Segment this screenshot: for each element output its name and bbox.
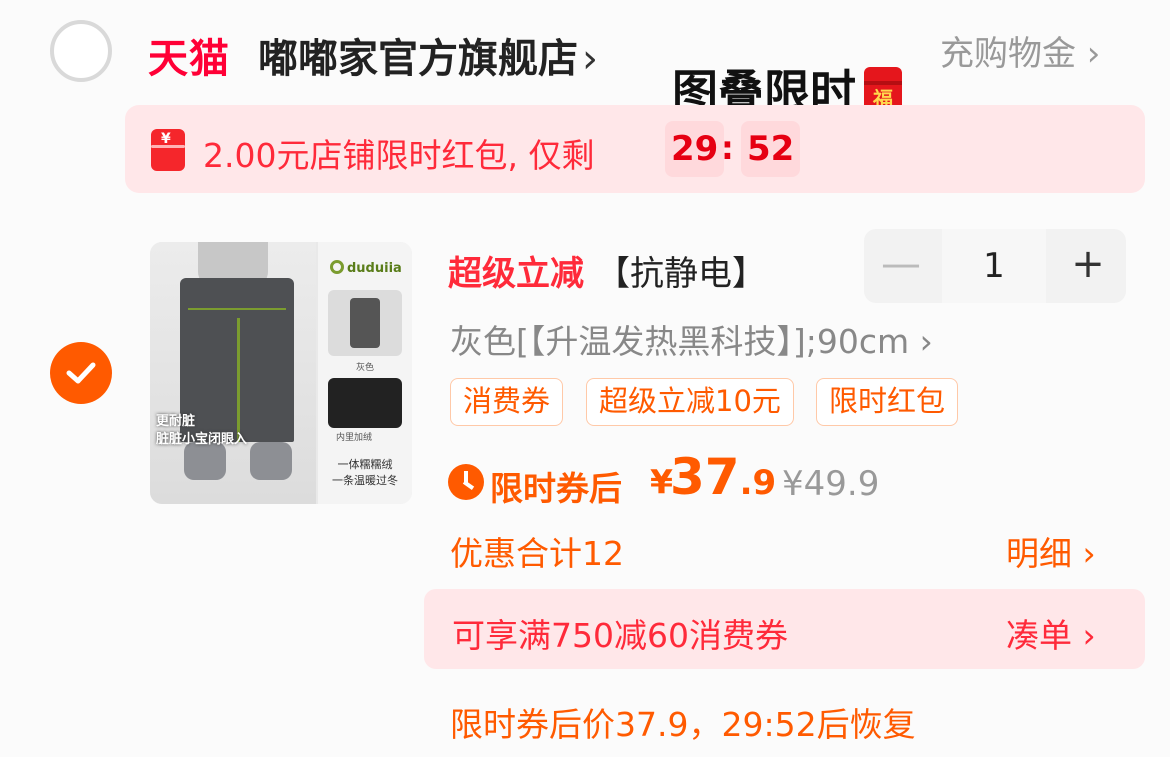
product-thumbnail[interactable]: 更耐脏 脏脏小宝闭眼入 duduiia 灰色 内里加绒 一体糯糯绒 一条温暖过冬	[150, 242, 412, 504]
promo-tag: 消费券	[450, 378, 564, 426]
pants-shape	[180, 278, 294, 442]
price-label: 限时券后	[490, 469, 622, 508]
title-highlight: 超级立减	[448, 254, 584, 294]
tmall-logo: 天猫	[148, 36, 230, 82]
promo-tag: 超级立减10元	[586, 378, 794, 426]
price-decimal: .9	[739, 463, 777, 503]
brand-logo-icon	[330, 260, 344, 274]
coupon-bar[interactable]: 可享满750减60消费券 凑单 ›	[424, 589, 1145, 669]
store-select-checkbox[interactable]	[50, 20, 112, 82]
countdown-minutes: 29	[665, 121, 725, 177]
sku-selector[interactable]: 灰色[【升温发热黑科技】];90cm ›	[450, 315, 933, 363]
coupon-text: 可享满750减60消费券	[452, 616, 788, 655]
checkmark-icon	[66, 362, 96, 384]
swatch-lining	[328, 378, 402, 428]
product-title[interactable]: 超级立减 【抗静电】	[448, 246, 766, 295]
increase-quantity-button[interactable]: +	[1050, 229, 1126, 303]
discount-detail-link[interactable]: 明细 ›	[1006, 527, 1096, 575]
thumbnail-caption-2: 脏脏小宝闭眼入	[156, 432, 248, 447]
quantity-input[interactable]: 1	[942, 229, 1046, 303]
item-select-checkbox[interactable]	[50, 342, 112, 404]
shoe-shape	[250, 442, 292, 480]
red-packet-icon	[151, 129, 185, 171]
brand-logo: duduiia	[330, 260, 402, 276]
red-packet-text: 2.00元店铺限时红包, 仅剩	[203, 136, 595, 175]
thumbnail-tagline-2: 一条温暖过冬	[332, 474, 398, 487]
chevron-right-icon: ›	[582, 36, 598, 82]
quantity-stepper: — 1 +	[864, 229, 1126, 303]
store-name-label: 嘟嘟家官方旗舰店	[258, 36, 578, 82]
brand-logo-text: duduiia	[347, 261, 402, 276]
original-price: ¥49.9	[782, 464, 880, 504]
swatch-grey	[328, 290, 402, 356]
topup-shopping-gold-link[interactable]: 充购物金 ›	[940, 26, 1100, 75]
thumbnail-caption-1: 更耐脏	[156, 414, 196, 429]
price-value: 37.9	[670, 448, 776, 506]
store-name-link[interactable]: 嘟嘟家官方旗舰店 ›	[258, 26, 598, 84]
swatch-grey-label: 灰色	[356, 363, 375, 373]
price-restore-note: 限时券后价37.9，29:52后恢复	[450, 705, 916, 744]
promo-tag: 限时红包	[816, 378, 959, 426]
countdown-seconds: 52	[741, 121, 801, 177]
discount-total: 优惠合计12	[450, 534, 624, 573]
title-rest: 【抗静电】	[596, 254, 766, 294]
swatch-lining-label: 内里加绒	[336, 433, 373, 443]
decrease-quantity-button[interactable]: —	[864, 229, 938, 303]
shoe-shape	[184, 442, 226, 480]
red-packet-bar: 2.00元店铺限时红包, 仅剩 29 : 52	[125, 105, 1145, 193]
thumbnail-side-panel: duduiia 灰色 内里加绒 一体糯糯绒 一条温暖过冬	[318, 242, 412, 504]
clock-icon	[448, 464, 484, 500]
price-integer: 37	[670, 448, 740, 506]
product-photo: 更耐脏 脏脏小宝闭眼入	[150, 242, 316, 504]
add-on-items-link[interactable]: 凑单 ›	[1006, 609, 1096, 657]
countdown-separator: :	[721, 129, 734, 167]
thumbnail-tagline-1: 一体糯糯绒	[337, 458, 393, 471]
